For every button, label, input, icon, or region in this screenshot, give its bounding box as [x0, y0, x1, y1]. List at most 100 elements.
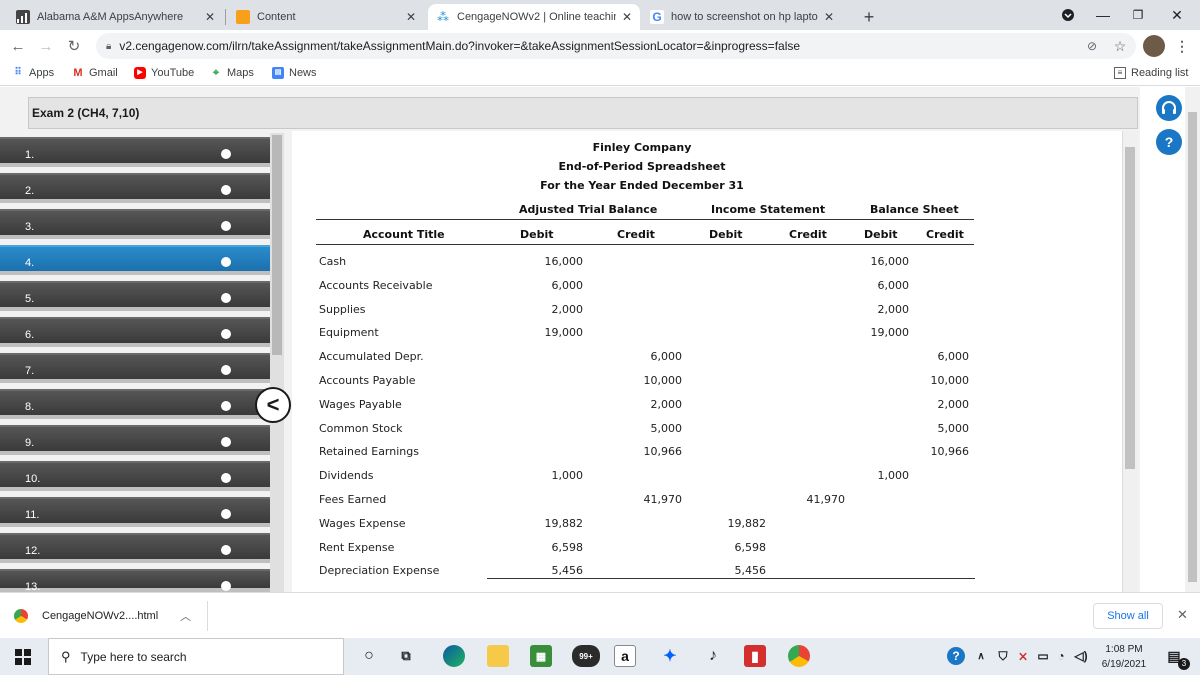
download-bar: CengageNOWv2....html ︿ Show all ✕ — [0, 592, 1200, 638]
cell-bs-dr: 1,000 — [877, 469, 910, 483]
question-nav-item[interactable]: 9. — [0, 425, 270, 455]
help-tray-icon[interactable]: ? — [947, 647, 965, 665]
page-scroll-thumb[interactable] — [1188, 112, 1197, 582]
chevron-up-icon[interactable]: ︿ — [180, 608, 191, 624]
bookmark-news[interactable]: ▤ News — [272, 67, 317, 79]
close-tab-icon[interactable]: ✕ — [622, 10, 632, 24]
bookmark-label: Gmail — [89, 67, 118, 79]
question-nav-item[interactable]: 12. — [0, 533, 270, 563]
question-nav-item-active[interactable]: 4. — [0, 245, 270, 275]
system-clock[interactable]: 1:08 PM 6/19/2021 — [1098, 642, 1150, 672]
question-nav-item[interactable]: 10. — [0, 461, 270, 491]
cell-is-dr: 6,598 — [734, 540, 767, 554]
close-window-icon[interactable]: ✕ — [1154, 0, 1200, 30]
close-download-bar-icon[interactable]: ✕ — [1177, 607, 1188, 623]
question-nav-item[interactable]: 7. — [0, 353, 270, 383]
windows-start-icon[interactable] — [0, 638, 46, 675]
office-icon[interactable]: ▮ — [744, 645, 766, 667]
star-icon[interactable]: ☆ — [1110, 36, 1130, 56]
question-nav-item[interactable]: 2. — [0, 173, 270, 203]
close-tab-icon[interactable]: ✕ — [824, 10, 834, 24]
forward-icon[interactable]: → — [36, 36, 56, 56]
question-number: 11. — [25, 509, 40, 521]
cell-atb-dr: 2,000 — [551, 302, 584, 316]
reading-list-icon: ≡ — [1114, 67, 1126, 79]
reading-list-button[interactable]: ≡ Reading list — [1114, 67, 1188, 79]
store-icon[interactable]: ▦ — [530, 645, 552, 667]
question-number: 7. — [25, 365, 35, 377]
cell-atb-dr: 6,598 — [551, 540, 584, 554]
file-explorer-icon[interactable] — [487, 645, 509, 667]
new-tab-button[interactable]: + — [856, 4, 882, 30]
amazon-icon[interactable]: a — [614, 645, 636, 667]
bookmark-youtube[interactable]: ▶ YouTube — [134, 67, 194, 79]
security-alert-icon[interactable]: ⨯ — [1012, 645, 1034, 667]
question-nav-item[interactable]: 3. — [0, 209, 270, 239]
dropbox-icon[interactable]: ✦ — [659, 645, 681, 667]
address-bar[interactable]: 🔒︎ v2.cengagenow.com/ilrn/takeAssignment… — [96, 33, 1136, 59]
tab-title: how to screenshot on hp laptop — [671, 11, 818, 23]
wifi-icon[interactable]: ◔ — [1050, 645, 1072, 667]
cell-atb-cr: 10,966 — [643, 445, 683, 459]
close-tab-icon[interactable]: ✕ — [205, 10, 215, 24]
col-header-atb-credit: Credit — [617, 228, 655, 241]
show-all-button[interactable]: Show all — [1093, 603, 1163, 629]
chrome-taskbar-icon[interactable] — [788, 645, 810, 667]
bookmark-label: YouTube — [151, 67, 195, 79]
account-title: Common Stock — [319, 421, 403, 435]
question-nav-item[interactable]: 1. — [0, 137, 270, 167]
question-nav-item[interactable]: 8. — [0, 389, 270, 419]
defender-icon[interactable]: ⛉ — [992, 645, 1014, 667]
back-icon[interactable]: ← — [8, 36, 28, 56]
edge-icon[interactable] — [443, 645, 465, 667]
question-nav-item[interactable]: 6. — [0, 317, 270, 347]
status-dot — [221, 581, 231, 591]
download-item[interactable]: CengageNOWv2....html ︿ — [14, 608, 191, 624]
bookmark-maps[interactable]: ⌖ Maps — [210, 67, 254, 79]
search-icon: ⚲ — [61, 648, 71, 664]
bookmark-apps[interactable]: ⠿ Apps — [12, 67, 54, 79]
task-view-icon[interactable]: ⧉ — [395, 645, 417, 667]
reading-list-label: Reading list — [1131, 67, 1189, 79]
cell-atb-cr: 2,000 — [650, 397, 683, 411]
notification-badge[interactable]: 99+ — [572, 645, 600, 667]
question-nav-item[interactable]: 5. — [0, 281, 270, 311]
help-icon[interactable]: ? — [1156, 129, 1182, 155]
question-nav-item[interactable]: 13. — [0, 569, 270, 593]
question-number: 9. — [25, 437, 35, 449]
bookmark-gmail[interactable]: M Gmail — [72, 67, 118, 79]
cell-bs-cr: 10,000 — [930, 374, 970, 387]
cell-atb-dr: 5,456 — [551, 564, 584, 578]
avatar[interactable] — [1143, 35, 1165, 57]
account-title: Dividends — [319, 469, 374, 483]
extension-icon[interactable]: ⊘ — [1082, 36, 1102, 56]
tab-google-search[interactable]: G how to screenshot on hp laptop ✕ — [642, 4, 842, 30]
cell-bs-cr: 6,000 — [937, 350, 970, 364]
question-number: 4. — [25, 257, 35, 269]
tab-appsanywhere[interactable]: Alabama A&M AppsAnywhere ✕ — [8, 4, 223, 30]
col-header-is-credit: Credit — [789, 228, 827, 241]
group-header-atb: Adjusted Trial Balance — [519, 203, 658, 216]
chevron-up-tray-icon[interactable]: ∧ — [970, 645, 992, 667]
account-title: Cash — [319, 255, 347, 268]
speaker-icon[interactable]: ◁) — [1070, 645, 1092, 667]
download-filename: CengageNOWv2....html — [42, 610, 159, 622]
support-headset-icon[interactable] — [1156, 95, 1182, 121]
collapse-nav-button[interactable]: < — [255, 387, 291, 423]
question-nav-item[interactable]: 11. — [0, 497, 270, 527]
close-tab-icon[interactable]: ✕ — [406, 10, 416, 24]
col-header-atb-debit: Debit — [520, 228, 554, 241]
tab-content[interactable]: Content ✕ — [228, 4, 424, 30]
menu-icon[interactable]: ⋮ — [1172, 36, 1192, 56]
cortana-icon[interactable]: ○ — [358, 645, 380, 667]
account-title: Supplies — [319, 302, 366, 316]
reload-icon[interactable]: ↻ — [64, 36, 84, 56]
taskbar-search[interactable]: ⚲ Type here to search — [48, 638, 344, 675]
account-title: Equipment — [319, 326, 379, 340]
pencil-icon — [236, 10, 250, 24]
question-nav-scroll-thumb[interactable] — [272, 135, 282, 355]
tab-cengagenow[interactable]: ⁂ CengageNOWv2 | Online teachin ✕ — [428, 4, 640, 30]
music-icon[interactable]: ♪ — [702, 645, 724, 667]
content-scroll-thumb[interactable] — [1125, 147, 1135, 469]
url-text: v2.cengagenow.com/ilrn/takeAssignment/ta… — [119, 39, 801, 53]
